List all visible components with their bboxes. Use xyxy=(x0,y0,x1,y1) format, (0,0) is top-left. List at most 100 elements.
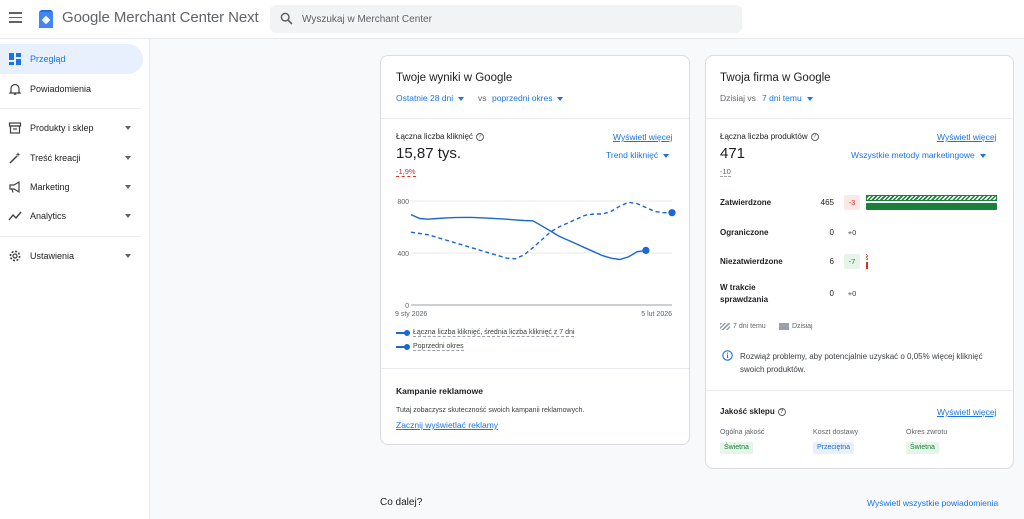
quality-status-badge: Świetna xyxy=(720,442,753,454)
x-tick-label: 5 lut 2026 xyxy=(641,311,672,318)
compare-dropdown[interactable]: 7 dni temu xyxy=(762,93,813,103)
results-card: Twoje wyniki w Google Ostatnie 28 dni vs… xyxy=(380,55,690,445)
chevron-down-icon xyxy=(125,185,131,189)
sidebar-item-overview[interactable]: Przegląd xyxy=(0,44,143,74)
row-label-limited: Ograniczone xyxy=(720,228,769,237)
sidebar-item-label: Analytics xyxy=(30,211,67,221)
row-change-limited: +0 xyxy=(847,228,857,237)
sidebar-item-notifications[interactable]: Powiadomienia xyxy=(0,74,143,104)
chevron-down-icon xyxy=(806,96,813,101)
campaigns-title: Kampanie reklamowe xyxy=(396,386,483,396)
bell-icon xyxy=(8,83,22,95)
legend-hatch-swatch xyxy=(720,323,730,330)
chevron-down-icon xyxy=(458,96,465,101)
sidebar-item-label: Marketing xyxy=(30,182,70,192)
help-icon[interactable]: ? xyxy=(777,407,786,416)
vs-label: vs xyxy=(478,93,487,103)
chevron-down-icon xyxy=(557,96,564,101)
previous-period-series-line xyxy=(410,201,672,260)
campaigns-text: Tutaj zobaczysz skuteczność swoich kampa… xyxy=(396,407,585,414)
row-value-limited: 0 xyxy=(829,228,834,237)
sidebar-item-label: Treść kreacji xyxy=(30,153,81,163)
row-value-under-review: 0 xyxy=(829,289,834,298)
marketing-methods-dropdown[interactable]: Wszystkie metody marketingowe xyxy=(851,150,986,160)
clicks-value: 15,87 tys. xyxy=(396,145,462,162)
view-more-link[interactable]: Wyświetl więcej xyxy=(937,132,996,142)
help-icon[interactable]: ? xyxy=(810,132,819,141)
divider xyxy=(706,390,1013,391)
business-card: Twoja firma w Google Dzisiaj vs 7 dni te… xyxy=(705,55,1014,469)
sidebar-item-marketing[interactable]: Marketing xyxy=(0,172,143,202)
approved-bar-7days xyxy=(866,195,997,201)
row-label-under-review: W trakcie sprawdzania xyxy=(720,283,769,304)
chevron-down-icon xyxy=(125,214,131,218)
sidebar-item-products[interactable]: Produkty i sklep xyxy=(0,113,143,143)
sidebar-item-label: Produkty i sklep xyxy=(30,123,94,133)
quality-status-badge: Świetna xyxy=(906,442,939,454)
app-title: Google Merchant Center Next xyxy=(62,9,259,26)
sidebar-item-label: Ustawienia xyxy=(30,251,75,261)
disapproved-bar-today xyxy=(866,262,868,269)
business-card-title: Twoja firma w Google xyxy=(720,72,831,84)
chevron-down-icon xyxy=(979,153,986,158)
sidebar-item-creatives[interactable]: Treść kreacji xyxy=(0,143,143,173)
quality-status-badge: Przeciętna xyxy=(813,442,855,454)
today-label: Dzisiaj vs xyxy=(720,93,756,103)
row-value-approved: 465 xyxy=(820,198,834,207)
previous-period-series-endpoint xyxy=(668,209,676,217)
megaphone-icon xyxy=(9,180,20,194)
divider xyxy=(381,368,689,369)
view-more-link[interactable]: Wyświetl więcej xyxy=(613,132,672,142)
sidebar-item-analytics[interactable]: Analytics xyxy=(0,201,143,231)
quality-label: Koszt dostawy xyxy=(813,429,859,436)
chevron-down-icon xyxy=(125,254,131,258)
quality-view-more-link[interactable]: Wyświetl więcej xyxy=(937,407,996,417)
row-label-approved: Zatwierdzone xyxy=(720,198,772,207)
approved-bar-today xyxy=(866,203,997,210)
divider xyxy=(706,118,1013,119)
products-change: -10 xyxy=(720,167,731,177)
search-box[interactable] xyxy=(270,5,742,33)
top-bar: Google Merchant Center Next xyxy=(0,0,1024,39)
info-icon xyxy=(722,350,733,361)
row-value-disapproved: 6 xyxy=(829,257,834,266)
legend-7days: 7 dni temu xyxy=(733,323,766,330)
start-ads-link[interactable]: Zacznij wyświetlać reklamy xyxy=(396,420,498,430)
trend-icon xyxy=(8,211,22,221)
help-icon[interactable]: ? xyxy=(475,132,484,141)
compare-dropdown[interactable]: poprzedni okres xyxy=(492,93,564,103)
row-change-disapproved: -7 xyxy=(844,254,860,269)
sidebar: Przegląd Powiadomienia Produkty i sklep … xyxy=(0,39,150,519)
search-input[interactable] xyxy=(302,11,722,27)
clicks-series-endpoint xyxy=(642,246,650,254)
disapproved-bar-7days xyxy=(866,254,868,260)
legend-marker xyxy=(404,330,410,336)
legend-previous: Poprzedni okres xyxy=(413,343,464,351)
clicks-change: -1,9% xyxy=(396,167,416,177)
legend-current: Łączna liczba kliknięć, średnia liczba k… xyxy=(413,329,575,337)
row-label-disapproved: Niezatwierdzone xyxy=(720,257,783,266)
sidebar-item-label: Przegląd xyxy=(30,54,66,64)
clicks-chart: 800 400 09 sty 2026 5 lut 2026 xyxy=(395,199,676,318)
trend-dropdown[interactable]: Trend kliknięć xyxy=(606,150,670,160)
period-dropdown[interactable]: Ostatnie 28 dni xyxy=(396,93,465,103)
sidebar-item-settings[interactable]: Ustawienia xyxy=(0,241,143,271)
legend-solid-swatch xyxy=(779,323,789,330)
row-change-approved: -3 xyxy=(844,195,860,210)
view-all-notifications-link[interactable]: Wyświetl wszystkie powiadomienia xyxy=(867,498,998,508)
products-label: Łączna liczba produktów? xyxy=(720,132,819,141)
chevron-down-icon xyxy=(663,153,670,158)
divider xyxy=(381,118,689,119)
gear-icon xyxy=(9,250,21,262)
sidebar-item-label: Powiadomienia xyxy=(30,84,92,94)
y-tick-label: 0 xyxy=(405,303,409,310)
sidebar-divider xyxy=(0,108,141,109)
merchant-center-logo xyxy=(39,10,53,28)
whats-next-title: Co dalej? xyxy=(380,497,423,508)
menu-icon[interactable] xyxy=(9,12,22,24)
chevron-down-icon xyxy=(125,126,131,130)
y-tick-label: 400 xyxy=(397,251,409,258)
chevron-down-icon xyxy=(125,156,131,160)
x-tick-label: 9 sty 2026 xyxy=(395,311,427,318)
dashboard-icon xyxy=(9,53,21,65)
